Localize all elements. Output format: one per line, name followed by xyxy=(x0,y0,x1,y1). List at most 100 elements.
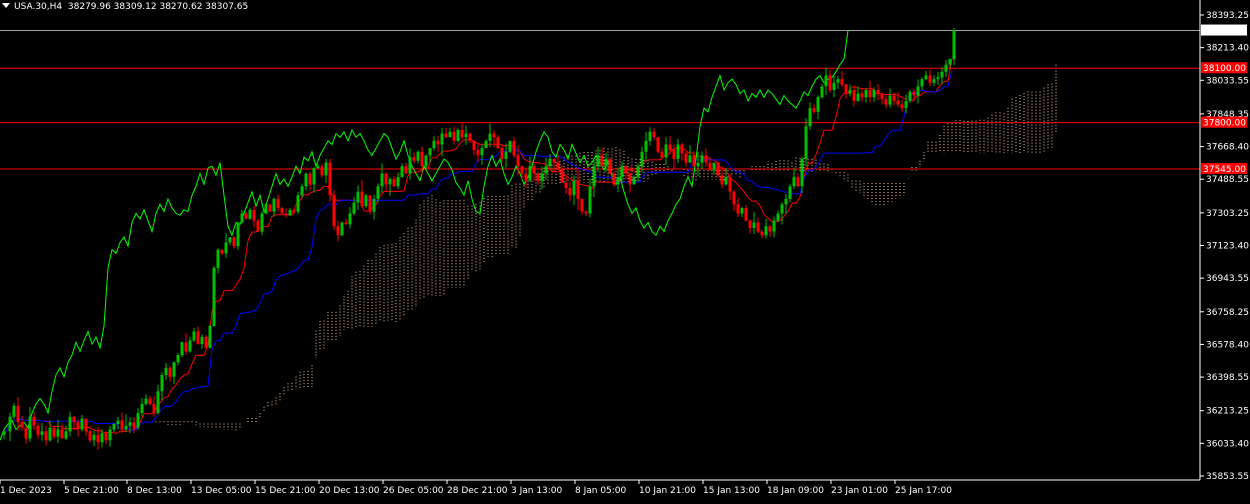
candle-body xyxy=(96,434,100,443)
candle-body xyxy=(684,153,688,163)
price-chart[interactable]: 38393.2538213.4038033.5537848.3537668.40… xyxy=(0,0,1250,500)
candle-body xyxy=(824,75,828,87)
candle-body xyxy=(916,86,920,96)
candle-body xyxy=(188,340,192,352)
candle-body xyxy=(796,177,800,187)
horizontal-levels[interactable] xyxy=(0,30,1200,170)
candle-body xyxy=(760,231,764,236)
candle-body xyxy=(692,155,696,167)
candle-body xyxy=(612,173,616,185)
candle-body xyxy=(860,93,864,98)
candle-body xyxy=(572,180,576,196)
candle-body xyxy=(104,433,108,441)
candle-body xyxy=(84,418,88,432)
candle-body xyxy=(676,144,680,159)
candle-body xyxy=(64,431,68,439)
candle-body xyxy=(148,398,152,405)
candle-body xyxy=(604,158,608,167)
candle-body xyxy=(340,222,344,236)
candle-body xyxy=(132,422,136,428)
candle-body xyxy=(320,166,324,176)
candle-body xyxy=(740,207,744,214)
candle-body xyxy=(852,90,856,101)
ichimoku-cloud xyxy=(155,64,1057,431)
candle-body xyxy=(864,90,868,98)
candle-body xyxy=(88,431,92,441)
x-tick-label: 8 Dec 13:00 xyxy=(127,486,182,496)
candle-body xyxy=(472,140,476,150)
y-tick-label: 36758.25 xyxy=(1206,308,1249,318)
candle-body xyxy=(564,182,568,189)
candle-body xyxy=(288,209,292,216)
symbol-header: USA.30,H4 38279.96 38309.12 38270.62 383… xyxy=(2,1,248,13)
candle-body xyxy=(700,155,704,163)
candle-body xyxy=(212,267,216,326)
candle-body xyxy=(584,211,588,214)
candle-body xyxy=(12,405,16,417)
candle-body xyxy=(200,336,204,345)
candle-body xyxy=(124,425,128,430)
candle-body xyxy=(720,175,724,185)
candle-body xyxy=(48,427,52,441)
candle-body xyxy=(112,424,116,430)
candle-body xyxy=(704,155,708,163)
y-tick-label: 37668.40 xyxy=(1206,143,1249,153)
candle-body xyxy=(164,367,168,375)
candle-body xyxy=(356,191,360,203)
candle-body xyxy=(248,209,252,219)
candle-body xyxy=(712,162,716,170)
candle-body xyxy=(540,173,544,181)
candle-body xyxy=(16,405,20,423)
x-tick-label: 3 Jan 13:00 xyxy=(511,486,563,496)
chikou-span-line xyxy=(0,30,849,441)
candle-body xyxy=(56,429,60,437)
candle-body xyxy=(312,168,316,185)
candle-body xyxy=(808,108,812,127)
candle-body xyxy=(436,140,440,145)
candle-body xyxy=(932,79,936,83)
candle-body xyxy=(264,204,268,214)
candle-body xyxy=(476,149,480,156)
candle-body xyxy=(776,213,780,221)
chart-window[interactable]: 38393.25 38213.40 38033.55 37848.35 37668.40… xyxy=(0,0,1250,500)
candle-body xyxy=(72,416,76,423)
candle-body xyxy=(232,237,236,247)
candle-body xyxy=(336,226,340,236)
candle-body xyxy=(844,84,848,94)
axes: 38393.2538213.4038033.5537848.3537668.40… xyxy=(0,0,1249,496)
dropdown-triangle-icon[interactable] xyxy=(2,3,10,8)
candle-body xyxy=(36,425,40,435)
candle-body xyxy=(208,325,212,348)
candle-body xyxy=(680,144,684,154)
candle-body xyxy=(256,220,260,232)
candle-body xyxy=(384,173,388,185)
candle-body xyxy=(528,166,532,181)
candle-body xyxy=(252,209,256,221)
candle-body xyxy=(420,151,424,167)
candle-body xyxy=(228,237,232,243)
x-tick-label: 10 Jan 21:00 xyxy=(639,486,696,496)
x-tick-label: 18 Jan 09:00 xyxy=(767,486,824,496)
level-price-tag-2: 37545.00 xyxy=(1203,165,1246,175)
candle-body xyxy=(80,418,84,430)
candle-body xyxy=(160,374,164,392)
candle-body xyxy=(912,91,916,96)
candle-body xyxy=(644,140,648,152)
y-tick-label: 38393.25 xyxy=(1206,11,1249,21)
candle-body xyxy=(468,133,472,141)
candle-body xyxy=(144,398,148,405)
candle-body xyxy=(404,166,408,174)
candle-body xyxy=(560,169,564,183)
candle-body xyxy=(236,222,240,247)
candle-body xyxy=(316,166,320,169)
candle-body xyxy=(76,422,80,430)
ohlc-readout: 38279.96 38309.12 38270.62 38307.65 xyxy=(67,2,249,12)
x-tick-label: 26 Dec 05:00 xyxy=(383,486,444,496)
candle-body xyxy=(500,148,504,159)
x-tick-label: 23 Jan 01:00 xyxy=(831,486,888,496)
candle-body xyxy=(348,213,352,225)
y-tick-label: 35853.55 xyxy=(1206,472,1249,482)
candle-body xyxy=(944,64,948,72)
candle-body xyxy=(440,133,444,145)
candle-body xyxy=(792,177,796,187)
